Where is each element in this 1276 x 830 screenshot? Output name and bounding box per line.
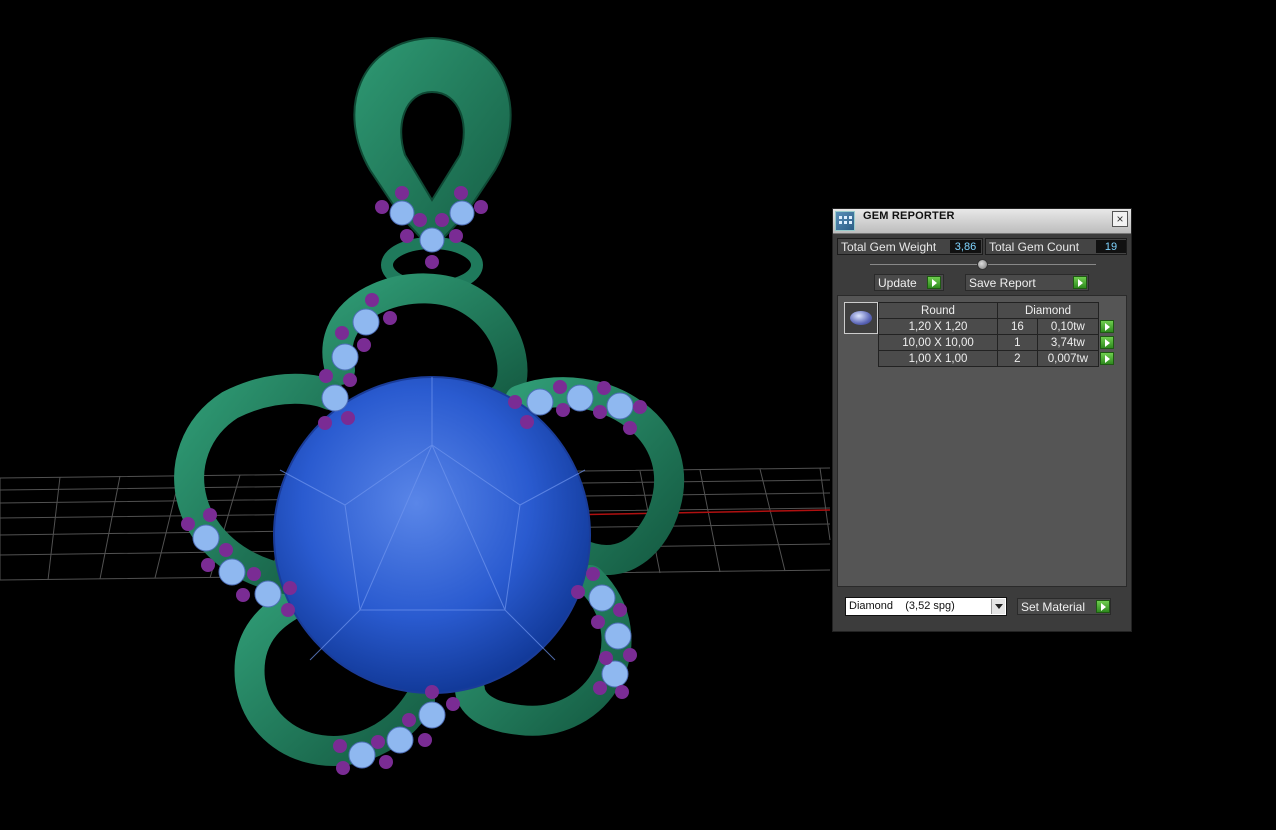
set-material-button-label: Set Material	[1021, 600, 1086, 614]
gem-size: 1,00 X 1,00	[878, 350, 998, 367]
slider-knob[interactable]	[977, 259, 988, 270]
update-button-label: Update	[878, 276, 917, 290]
row-play-icon[interactable]	[1100, 352, 1114, 365]
total-gem-weight-label: Total Gem Weight	[841, 240, 937, 254]
gem-size: 1,20 X 1,20	[878, 318, 998, 335]
row-play-icon[interactable]	[1100, 336, 1114, 349]
gem-reporter-icon	[835, 211, 855, 231]
table-row: 1,00 X 1,00 2 0,007tw	[878, 350, 1116, 367]
gem-list-area: Round Diamond 1,20 X 1,20 16 0,10tw 10,0…	[837, 295, 1127, 587]
gem-count: 16	[997, 318, 1038, 335]
panel-title: GEM REPORTER	[863, 210, 955, 222]
material-header: Diamond	[997, 302, 1099, 319]
table-row: 1,20 X 1,20 16 0,10tw	[878, 318, 1116, 335]
total-gem-count: Total Gem Count 19	[985, 238, 1127, 255]
shape-header: Round	[878, 302, 998, 319]
save-report-play-icon	[1073, 276, 1087, 289]
material-select[interactable]: Diamond (3,52 spg)	[845, 597, 1007, 616]
gem-weight: 3,74tw	[1036, 334, 1100, 351]
set-material-button[interactable]: Set Material	[1017, 598, 1111, 615]
total-gem-count-label: Total Gem Count	[989, 240, 1080, 254]
update-play-icon	[927, 276, 941, 289]
update-button[interactable]: Update	[874, 274, 944, 291]
material-select-value: Diamond (3,52 spg)	[849, 600, 955, 612]
total-gem-count-value: 19	[1096, 240, 1126, 253]
panel-titlebar[interactable]: GEM REPORTER ×	[833, 209, 1131, 234]
round-gem-thumbnail[interactable]	[844, 302, 878, 334]
save-report-button[interactable]: Save Report	[965, 274, 1089, 291]
gem-weight: 0,007tw	[1036, 350, 1100, 367]
gem-reporter-panel: GEM REPORTER × Total Gem Weight 3,86 Tot…	[832, 208, 1132, 632]
total-gem-weight-value: 3,86	[950, 240, 981, 253]
save-report-button-label: Save Report	[969, 276, 1036, 290]
row-play-icon[interactable]	[1100, 320, 1114, 333]
gem-table-header: Round Diamond	[878, 302, 1116, 319]
gem-weight: 0,10tw	[1036, 318, 1100, 335]
gem-count: 1	[997, 334, 1038, 351]
set-material-play-icon	[1096, 600, 1110, 613]
gem-size: 10,00 X 10,00	[878, 334, 998, 351]
table-row: 10,00 X 10,00 1 3,74tw	[878, 334, 1116, 351]
gem-count: 2	[997, 350, 1038, 367]
gem-table: Round Diamond 1,20 X 1,20 16 0,10tw 10,0…	[878, 302, 1116, 367]
chevron-down-icon[interactable]	[991, 599, 1005, 614]
close-button[interactable]: ×	[1112, 211, 1128, 227]
total-gem-weight: Total Gem Weight 3,86	[837, 238, 983, 255]
